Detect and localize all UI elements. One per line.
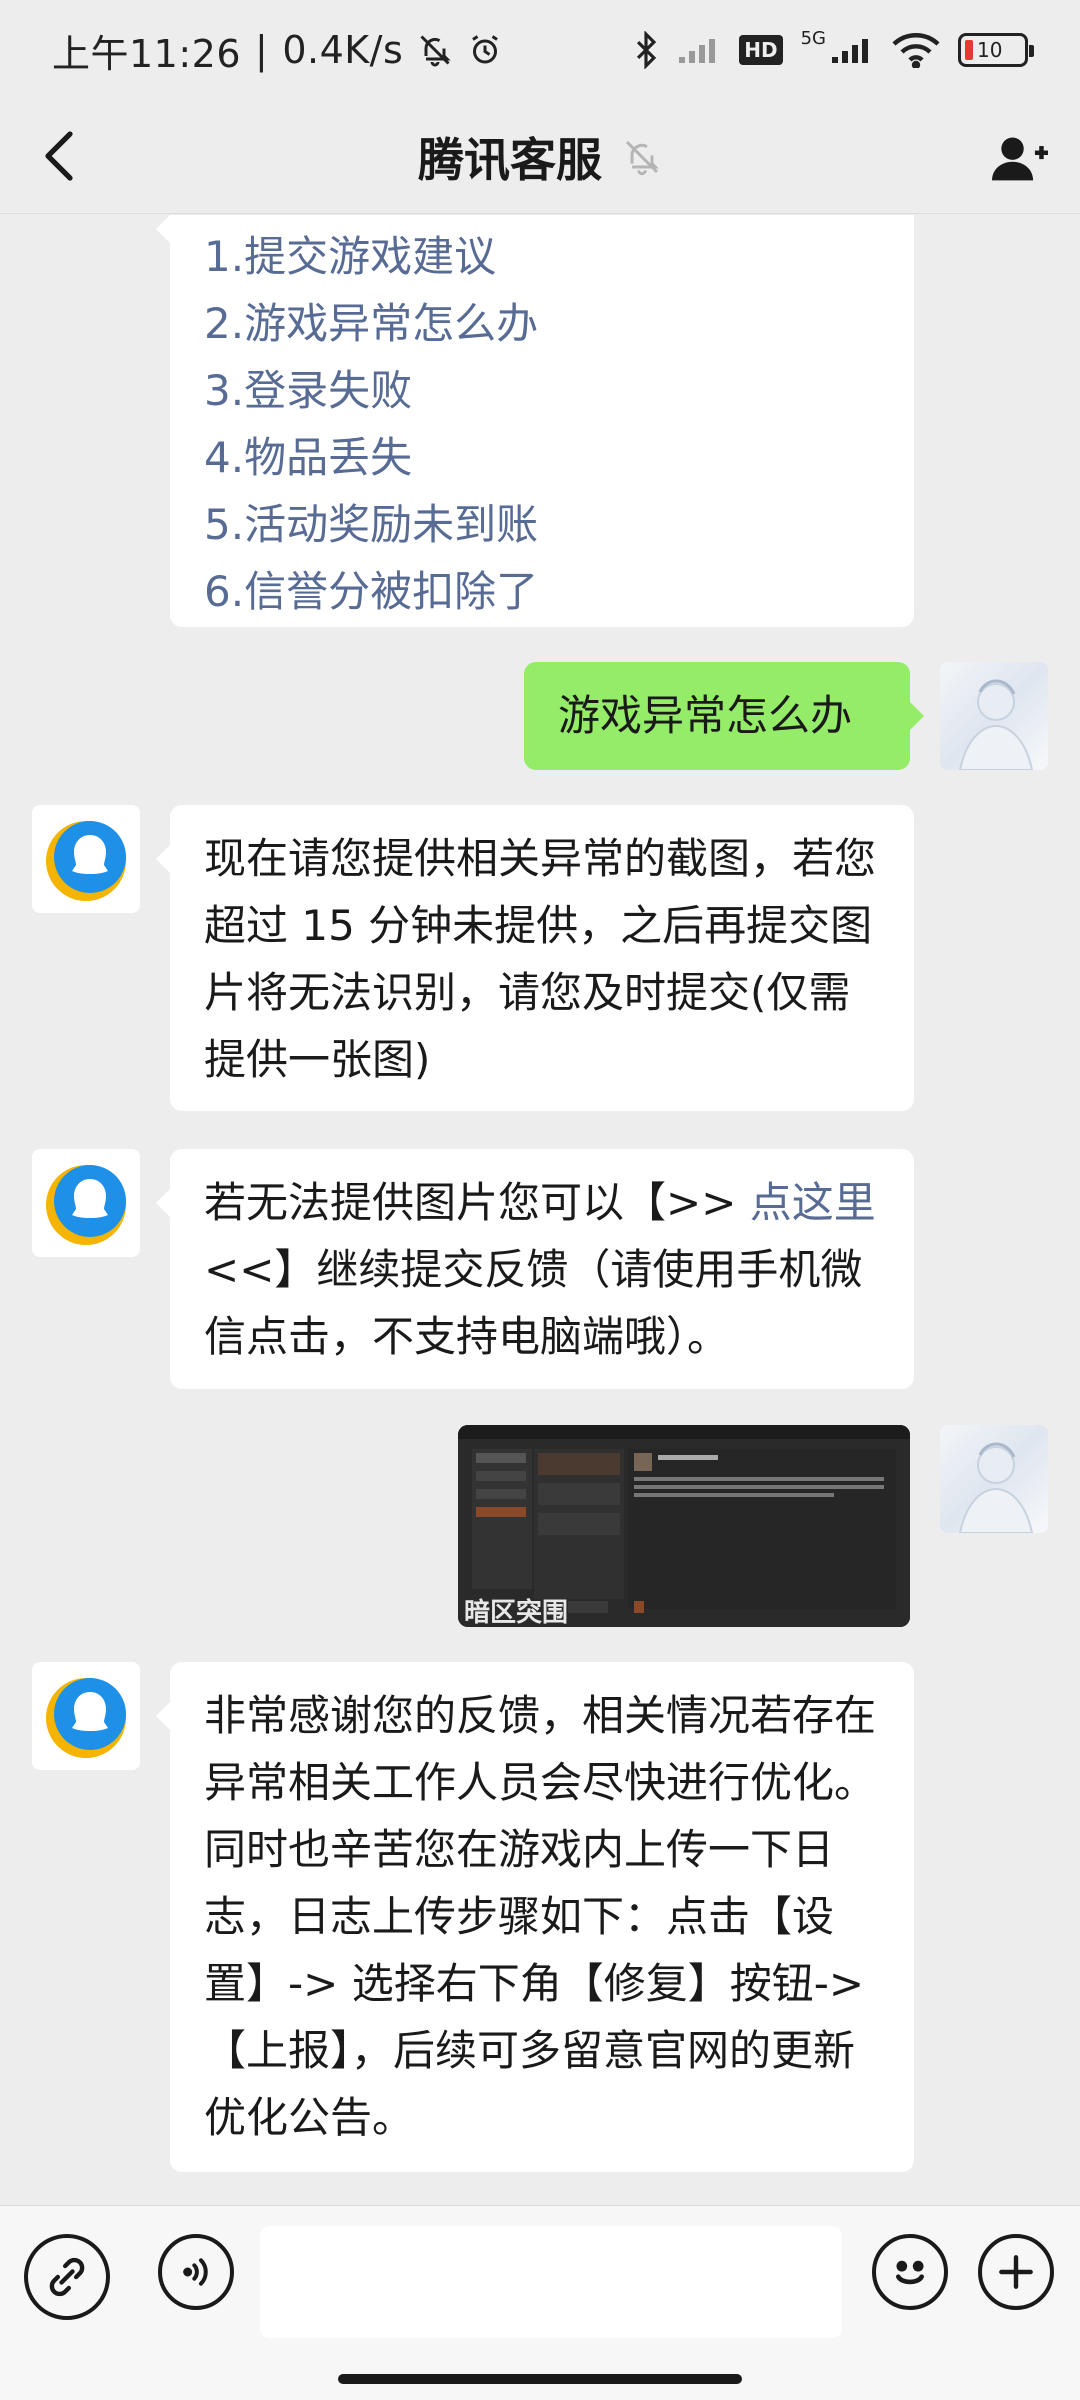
chat-title: 腾讯客服 bbox=[418, 132, 602, 187]
bluetooth-icon bbox=[637, 31, 657, 69]
image-caption: 暗区突围 bbox=[464, 1597, 568, 1627]
more-button[interactable] bbox=[978, 2234, 1054, 2310]
bot-reply-1: 现在请您提供相关异常的截图，若您超过 15 分钟未提供，之后再提交图片将无法识别… bbox=[156, 805, 914, 1111]
signal-weak-icon bbox=[679, 39, 716, 63]
click-here-link[interactable]: 点这里 bbox=[750, 1178, 876, 1227]
signal-strong-icon bbox=[832, 39, 868, 63]
status-bar: 上午11:26 | 0.4K/s HD 5G 10 bbox=[0, 0, 1080, 100]
bell-off-icon bbox=[420, 35, 451, 67]
battery-level: 10 bbox=[977, 38, 1003, 62]
link-button[interactable] bbox=[24, 2234, 110, 2320]
voice-icon bbox=[183, 2258, 208, 2286]
hd-badge: HD bbox=[739, 35, 783, 65]
bot-reply-2-prefix: 若无法提供图片您可以【>> bbox=[204, 1178, 750, 1227]
home-indicator[interactable] bbox=[338, 2374, 742, 2384]
voice-button[interactable] bbox=[158, 2234, 234, 2310]
chevron-left-icon bbox=[45, 131, 73, 181]
user-avatar-art bbox=[958, 1442, 1034, 1533]
add-user-icon bbox=[992, 137, 1048, 181]
bot-avatar[interactable] bbox=[32, 1662, 140, 1770]
qq-service-icon bbox=[46, 821, 126, 901]
user-avatar-art bbox=[958, 679, 1034, 770]
user-avatar[interactable] bbox=[940, 662, 1048, 770]
bot-reply-1-text: 现在请您提供相关异常的截图，若您超过 15 分钟未提供，之后再提交图片将无法识别… bbox=[204, 834, 877, 1084]
emoji-button[interactable] bbox=[872, 2234, 948, 2310]
message-input[interactable] bbox=[260, 2226, 842, 2338]
title-bar: 腾讯客服 bbox=[0, 100, 1080, 214]
menu-item-2[interactable]: 2.游戏异常怎么办 bbox=[204, 290, 880, 357]
add-user-button[interactable] bbox=[988, 126, 1052, 190]
menu-item-3[interactable]: 3.登录失败 bbox=[204, 357, 880, 424]
status-right: HD 5G 10 bbox=[633, 27, 1034, 69]
menu-item-5[interactable]: 5.活动奖励未到账 bbox=[204, 491, 880, 558]
back-button[interactable] bbox=[30, 126, 90, 186]
wifi-icon bbox=[892, 33, 940, 68]
user-message-bubble[interactable]: 游戏异常怎么办 bbox=[524, 662, 924, 770]
mute-bell-icon bbox=[625, 140, 659, 175]
menu-item-6[interactable]: 6.信誉分被扣除了 bbox=[204, 558, 880, 625]
menu-item-1[interactable]: 1.提交游戏建议 bbox=[204, 223, 880, 290]
bot-reply-2: 若无法提供图片您可以【>> 点这里 <<】继续提交反馈（请使用手机微信点击，不支… bbox=[156, 1149, 914, 1389]
link-icon bbox=[49, 2257, 85, 2297]
menu-bubble: 1.提交游戏建议 2.游戏异常怎么办 3.登录失败 4.物品丢失 5.活动奖励未… bbox=[156, 215, 914, 627]
qq-service-icon bbox=[46, 1678, 126, 1758]
menu-item-4[interactable]: 4.物品丢失 bbox=[204, 424, 880, 491]
game-screenshot-thumbnail: 暗区突围 bbox=[458, 1425, 910, 1627]
emoji-icon bbox=[896, 2260, 924, 2285]
user-message-text: 游戏异常怎么办 bbox=[558, 691, 853, 740]
status-left: 上午11:26 | 0.4K/s bbox=[52, 23, 503, 78]
alarm-clock-icon bbox=[472, 35, 499, 64]
plus-icon bbox=[999, 2255, 1033, 2289]
status-divider: | bbox=[255, 28, 269, 72]
bot-reply-3-text: 非常感谢您的反馈，相关情况若存在异常相关工作人员会尽快进行优化。同时也辛苦您在游… bbox=[204, 1691, 877, 2142]
user-avatar[interactable] bbox=[940, 1425, 1048, 1533]
battery-icon: 10 bbox=[958, 33, 1034, 67]
bot-avatar[interactable] bbox=[32, 805, 140, 913]
chat-area[interactable]: 1.提交游戏建议 2.游戏异常怎么办 3.登录失败 4.物品丢失 5.活动奖励未… bbox=[0, 215, 1080, 2205]
status-time: 上午11:26 bbox=[52, 31, 242, 76]
bot-avatar[interactable] bbox=[32, 1149, 140, 1257]
user-image-message[interactable]: 暗区突围 bbox=[458, 1425, 910, 1627]
input-bar bbox=[0, 2205, 1080, 2400]
network-label: 5G bbox=[800, 27, 826, 49]
bot-reply-2-suffix: <<】继续提交反馈（请使用手机微信点击，不支持电脑端哦）。 bbox=[204, 1245, 863, 1361]
title-wrap: 腾讯客服 bbox=[418, 124, 662, 190]
status-speed: 0.4K/s bbox=[282, 28, 404, 72]
bot-reply-3: 非常感谢您的反馈，相关情况若存在异常相关工作人员会尽快进行优化。同时也辛苦您在游… bbox=[156, 1662, 914, 2172]
battery-fill bbox=[965, 40, 973, 60]
qq-service-icon bbox=[46, 1165, 126, 1245]
